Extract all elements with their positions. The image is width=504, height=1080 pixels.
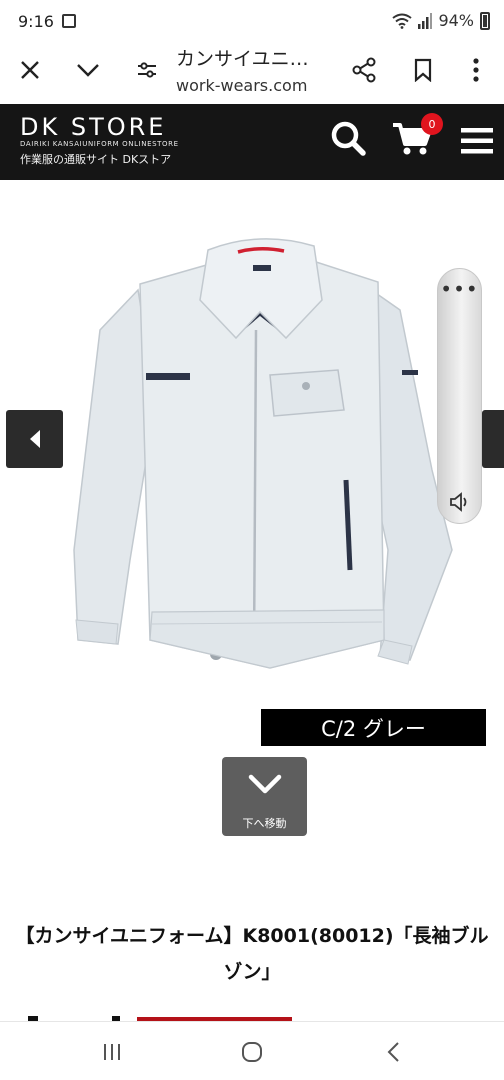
- store-logo[interactable]: DK STORE: [20, 113, 166, 141]
- close-icon[interactable]: [12, 52, 48, 88]
- product-title: 【カンサイユニフォーム】K8001(80012)「長袖ブルゾン」: [15, 925, 489, 983]
- gallery-notification-icon: [62, 14, 76, 28]
- page-options-icon[interactable]: [129, 52, 165, 88]
- status-time: 9:16: [18, 12, 54, 31]
- floating-side-panel[interactable]: •••: [437, 268, 482, 524]
- chevron-down-icon: [248, 774, 282, 794]
- search-icon[interactable]: [330, 120, 366, 156]
- hamburger-icon[interactable]: [461, 128, 493, 154]
- gallery-next-button[interactable]: [482, 410, 504, 468]
- system-nav-bar: [0, 1021, 504, 1080]
- back-icon[interactable]: [382, 1040, 406, 1064]
- store-logo-subtitle: DAIRIKI KANSAIUNIFORM ONLINESTORE: [20, 140, 179, 148]
- color-variant-label: C/2 グレー: [261, 709, 486, 746]
- chevron-down-icon[interactable]: [70, 52, 106, 88]
- recent-apps-icon[interactable]: [100, 1040, 124, 1064]
- more-vert-icon[interactable]: [458, 52, 494, 88]
- signal-icon: [418, 12, 433, 29]
- scroll-down-button[interactable]: 下へ移動: [222, 757, 307, 836]
- battery-icon: [480, 11, 490, 30]
- volume-mute-icon[interactable]: [449, 491, 471, 513]
- gallery-prev-button[interactable]: [6, 410, 63, 468]
- bookmark-icon[interactable]: [405, 52, 441, 88]
- status-bar: 9:16 94%: [0, 0, 504, 44]
- home-icon[interactable]: [240, 1040, 264, 1064]
- arrow-left-icon: [29, 430, 40, 448]
- url-host[interactable]: work-wears.com: [176, 76, 307, 95]
- battery-percent: 94%: [438, 11, 474, 30]
- cart-count-badge: 0: [421, 113, 443, 135]
- share-icon[interactable]: [346, 52, 382, 88]
- wifi-icon: [392, 13, 413, 29]
- product-image-jacket[interactable]: [60, 220, 460, 680]
- store-tagline: 作業服の通販サイト DKストア: [20, 153, 172, 166]
- scroll-down-label: 下へ移動: [242, 817, 287, 830]
- status-indicators: 94%: [392, 11, 490, 30]
- page-title[interactable]: カンサイユニ…: [176, 44, 309, 71]
- more-horiz-icon[interactable]: •••: [438, 277, 481, 301]
